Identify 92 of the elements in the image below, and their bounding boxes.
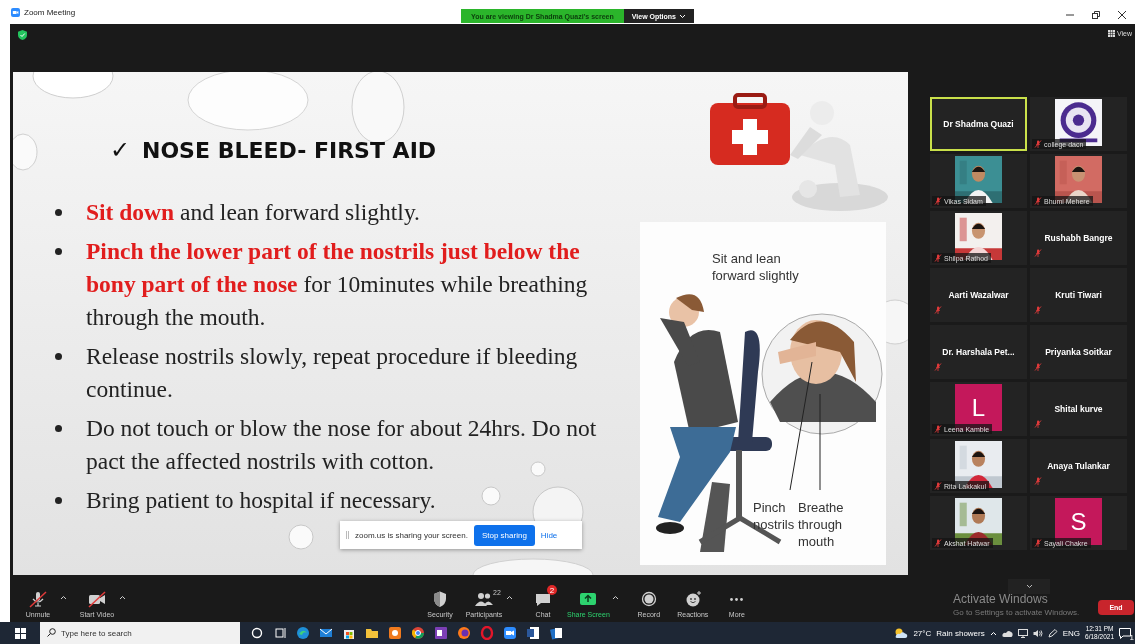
participant-name: Kruti Tiwari — [1055, 290, 1102, 300]
options-button[interactable] — [119, 595, 126, 600]
muted-microphone-icon — [1034, 197, 1042, 205]
caret-icon — [506, 595, 513, 600]
caret-icon — [679, 13, 686, 19]
muted-microphone-icon — [934, 197, 942, 205]
video-camera-icon — [11, 7, 20, 17]
activation-text: Go to Settings to activate Windows. — [953, 608, 1080, 617]
muted-microphone-icon — [934, 254, 942, 262]
app-icon[interactable] — [388, 626, 402, 640]
browser-icon[interactable] — [457, 626, 471, 640]
speaker-icon[interactable] — [1032, 628, 1043, 638]
share-screen-icon — [578, 590, 599, 608]
camera-off-icon — [87, 590, 107, 608]
people-icon — [474, 590, 494, 608]
muted-microphone-icon — [1034, 420, 1042, 428]
grid-icon — [1107, 30, 1115, 37]
muted-microphone-icon — [934, 539, 942, 547]
notebook-icon[interactable] — [434, 626, 448, 640]
windows-icon — [14, 627, 26, 639]
more-icon — [730, 598, 744, 601]
video-camera-icon[interactable] — [503, 626, 517, 640]
options-button[interactable] — [506, 595, 513, 600]
grip-icon — [346, 531, 349, 539]
caret-icon — [119, 595, 126, 600]
document-icon[interactable] — [526, 626, 540, 640]
options-button[interactable] — [611, 595, 619, 600]
bullet-text: Bring patient to hospital if necessary. — [86, 486, 437, 515]
bullet-dot — [55, 497, 62, 504]
participant-name: Rushabh Bangre — [1044, 233, 1113, 243]
muted-microphone-icon — [1034, 306, 1042, 314]
mail-icon[interactable] — [319, 626, 333, 640]
bullet-dot — [55, 353, 62, 360]
shield-check-icon — [18, 30, 27, 40]
muted-microphone-icon — [934, 306, 942, 314]
task-view-icon[interactable] — [273, 626, 287, 640]
caret-icon — [60, 595, 67, 600]
muted-microphone-icon — [1034, 249, 1042, 257]
chevron-icon — [989, 630, 997, 636]
chevron-icon — [1025, 584, 1033, 589]
participant-name: Shital kurve — [1054, 404, 1103, 414]
figure-label: Breathe through mouth — [798, 499, 845, 550]
muted-microphone-icon — [1034, 539, 1042, 547]
monitor-icon[interactable] — [1017, 628, 1028, 638]
muted-microphone-icon — [934, 482, 942, 490]
activation-title: Activate Windows — [953, 592, 1049, 606]
folder-icon[interactable] — [365, 626, 379, 640]
options-button[interactable] — [60, 595, 67, 600]
caret-icon — [611, 595, 619, 600]
browser-icon[interactable] — [296, 626, 310, 640]
figure-label: Sit and lean forward slightly — [712, 250, 800, 284]
muted-microphone-icon — [1034, 140, 1042, 148]
bullet-text: Do not touch or blow the nose for about 24hrs. Do not pact the affected nostrils with cotton. — [86, 414, 598, 476]
participant-name: Dr Shadma Quazi — [943, 119, 1014, 129]
bullet-dot — [55, 425, 62, 432]
check-mark: ✓ — [110, 136, 130, 164]
muted-microphone-icon — [1034, 363, 1042, 371]
circle-icon[interactable] — [250, 626, 264, 640]
muted-microphone-icon — [934, 425, 942, 433]
participant-name: Anaya Tulankar — [1047, 461, 1110, 471]
bullet-text: Sit down and lean forward slightly. — [86, 198, 421, 227]
hide-link[interactable]: Hide — [540, 530, 558, 540]
participant-name: Dr. Harshala Pet... — [942, 347, 1015, 357]
stop-sharing-button[interactable]: Stop sharing — [473, 524, 535, 546]
notification-icon[interactable] — [1119, 627, 1131, 639]
minimize-icon — [1066, 11, 1074, 19]
bullet-dot — [55, 209, 62, 216]
notification-count: 1 — [1129, 632, 1134, 642]
pen-icon[interactable] — [1047, 628, 1058, 638]
restore-icon — [1092, 11, 1100, 19]
sharing-text: zoom.us is sharing your screen. — [355, 530, 468, 540]
cloud-icon[interactable] — [1001, 629, 1013, 637]
window-title: Zoom Meeting — [24, 7, 76, 17]
weather-cloud-icon — [894, 627, 909, 639]
search-field[interactable]: Type here to search — [40, 622, 240, 644]
muted-microphone-icon — [934, 363, 942, 371]
bullet-dot — [55, 248, 62, 255]
unread-count: 2 — [547, 585, 557, 595]
slide-title: NOSE BLEED- FIRST AID — [142, 137, 437, 163]
weather-text: Rain showers — [936, 628, 985, 638]
participant-name: Aarti Wazalwar — [948, 290, 1009, 300]
bullet-text: Pinch the lower part of the nostrils just below the bony part of the nose for 10minutes while breathing through the mouth. — [86, 237, 589, 332]
ring-icon[interactable] — [480, 626, 494, 640]
close-icon — [1118, 11, 1126, 19]
bullet-text: Release nostrils slowly, repeat procedure if bleeding continue. — [86, 342, 579, 404]
cards-icon[interactable] — [549, 626, 563, 640]
language-indicator[interactable]: ENG — [1062, 628, 1081, 638]
participant-name: Priyanka Soitkar — [1045, 347, 1112, 357]
browser-icon[interactable] — [411, 626, 425, 640]
temperature: 27°C — [913, 628, 932, 638]
muted-microphone-icon — [28, 590, 48, 608]
muted-microphone-icon — [1034, 477, 1042, 485]
